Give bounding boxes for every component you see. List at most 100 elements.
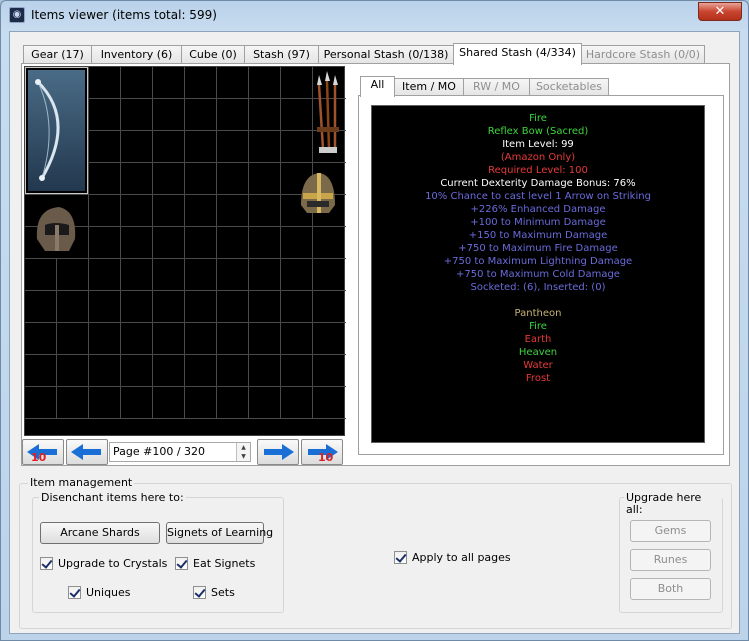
tab-hardcore-stash[interactable]: Hardcore Stash (0/0) [581,45,705,64]
desc-line: Water [523,360,553,371]
tab-gear[interactable]: Gear (17) [23,45,92,64]
grid-line [216,67,217,419]
desc-line: +150 to Maximum Damage [468,230,608,241]
items-viewer-window: ◉ Items viewer (items total: 599) ✕ Gear… [0,0,749,641]
apply-all-pages-checkbox[interactable]: Apply to all pages [394,551,511,565]
grid-line [25,418,346,419]
desc-line: Socketed: (6), Inserted: (0) [470,282,606,293]
window-title: Items viewer (items total: 599) [31,8,217,22]
spin-up-icon[interactable]: ▲ [237,443,250,452]
spin-down-icon[interactable]: ▼ [237,452,250,461]
signets-of-learning-button[interactable]: Signets of Learning [166,522,273,544]
page-spinner[interactable]: ▲ ▼ [236,443,250,461]
desc-line [372,294,704,307]
grid-line [25,322,346,323]
grid-line [280,67,281,419]
apply-all-pages-label: Apply to all pages [412,551,511,564]
desc-line: Frost [525,373,551,384]
item-description: Fire Reflex Bow (Sacred) Item Level: 99 … [371,105,705,443]
disenchant-title: Disenchant items here to: [39,491,186,504]
tab-personal-stash[interactable]: Personal Stash (0/138) [318,45,454,64]
desc-line: Heaven [518,347,558,358]
checkbox-checked-icon[interactable] [68,586,81,599]
desc-line: +100 to Minimum Damage [470,217,606,228]
disenchant-group: Disenchant items here to: Arcane Shards … [32,492,284,613]
desc-line: Pantheon [514,308,562,319]
arrows-item[interactable] [313,67,345,163]
grid-line [152,67,153,419]
desc-line: Earth [524,334,552,345]
uniques-checkbox[interactable]: Uniques [68,586,131,600]
desc-line: Current Dexterity Damage Bonus: 76% [440,178,636,189]
desc-line: Fire [529,113,547,124]
grid-line [184,67,185,419]
helm-icon [36,207,76,251]
client-area: Gear (17) Inventory (6) Cube (0) Stash (… [9,31,740,634]
helm-icon [301,173,335,213]
tab-all[interactable]: All [360,76,395,97]
eat-signets-checkbox[interactable]: Eat Signets [175,557,255,571]
bow-icon [28,70,85,191]
grid-line [25,354,346,355]
desc-line: 10% Chance to cast level 1 Arrow on Stri… [425,191,651,202]
upgrade-crystals-label: Upgrade to Crystals [58,557,168,570]
runes-button[interactable]: Runes [630,549,711,571]
close-button[interactable]: ✕ [698,2,742,21]
grid-line [56,259,57,419]
checkbox-checked-icon[interactable] [175,557,188,570]
upgrade-title: Upgrade here all: [624,492,722,516]
desc-line: (Amazon Only) [500,152,576,163]
desc-line: Required Level: 100 [488,165,588,176]
tab-shared-stash[interactable]: Shared Stash (4/334) [453,43,582,65]
arrow-right-icon [264,444,294,460]
both-button[interactable]: Both [630,578,711,600]
grid-line [248,67,249,419]
page-value: Page #100 / 320 [113,445,206,458]
tab-socketables[interactable]: Socketables [529,78,609,96]
grid-line [120,67,121,419]
uniques-label: Uniques [86,586,131,599]
checkbox-checked-icon[interactable] [193,586,206,599]
item-management-title: Item management [28,476,135,489]
tab-stash[interactable]: Stash (97) [244,45,319,64]
desc-line: +750 to Maximum Fire Damage [458,243,618,254]
item-description-panel: Fire Reflex Bow (Sacred) Item Level: 99 … [358,95,724,455]
upgrade-crystals-checkbox[interactable]: Upgrade to Crystals [40,557,167,571]
checkbox-checked-icon[interactable] [394,551,407,564]
arcane-shards-button[interactable]: Arcane Shards [40,522,160,544]
desc-line: +226% Enhanced Damage [470,204,606,215]
tab-item-mo[interactable]: Item / MO [394,78,464,96]
sets-checkbox[interactable]: Sets [193,586,235,600]
next-10-badge: 10 [318,451,334,464]
app-icon[interactable]: ◉ [9,7,25,23]
helm-gold-item[interactable] [289,163,345,227]
sets-label: Sets [211,586,235,599]
grid-line [25,290,346,291]
desc-line: Reflex Bow (Sacred) [487,126,589,137]
upgrade-group: Upgrade here all: Gems Runes Both [619,492,723,613]
title-bar[interactable]: ◉ Items viewer (items total: 599) ✕ [1,1,748,29]
close-icon: ✕ [714,4,726,19]
eat-signets-label: Eat Signets [193,557,256,570]
arrows-icon [317,71,339,153]
tab-rw-mo[interactable]: RW / MO [463,78,530,96]
page-input[interactable]: Page #100 / 320 ▲ ▼ [109,442,251,462]
tab-cube[interactable]: Cube (0) [181,45,245,64]
gems-button[interactable]: Gems [630,520,711,542]
grid-line [25,386,346,387]
prev-10-pages-button[interactable]: 10 [22,439,64,465]
next-page-button[interactable] [257,439,299,465]
helm-dark-item[interactable] [25,195,89,259]
prev-10-badge: 10 [31,451,47,464]
reflex-bow-item[interactable] [25,67,88,194]
stash-grid[interactable] [24,66,346,436]
next-10-pages-button[interactable]: 10 [301,439,343,465]
desc-line: Item Level: 99 [502,139,574,150]
tab-inventory[interactable]: Inventory (6) [91,45,182,64]
desc-line: +750 to Maximum Lightning Damage [443,256,633,267]
item-management-group: Item management Disenchant items here to… [19,477,732,629]
shared-stash-panel: 10 Page #100 / 320 ▲ ▼ 10 All Item / MO … [21,63,730,466]
checkbox-checked-icon[interactable] [40,557,53,570]
prev-page-button[interactable] [66,439,108,465]
desc-line: Fire [529,321,547,332]
